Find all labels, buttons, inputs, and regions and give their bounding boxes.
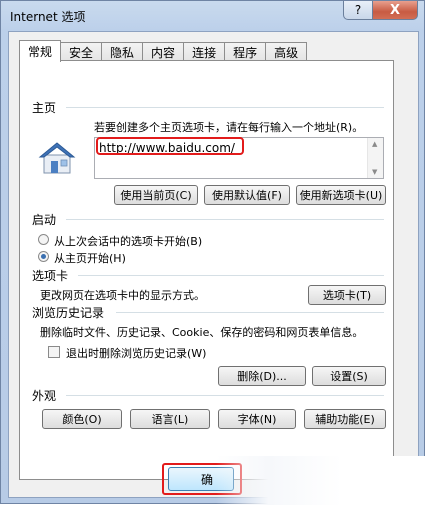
tabs-group-title: 选项卡 [32,269,69,283]
homepage-group-title: 主页 [32,101,57,115]
textarea-scrollbar[interactable]: ▲ ▼ [367,138,383,178]
close-icon: X [389,2,401,18]
help-button[interactable]: ? [343,1,373,20]
tab-content[interactable]: 内容 [142,42,185,61]
startup-last-session-label: 从上次会话中的选项卡开始(B) [54,235,203,248]
tab-advanced[interactable]: 高级 [265,42,308,61]
startup-group-title: 启动 [32,213,57,227]
history-group-title: 浏览历史记录 [32,306,105,320]
use-current-page-button[interactable]: 使用当前页(C) [114,185,198,205]
tab-privacy[interactable]: 隐私 [101,42,144,61]
help-icon: ? [354,3,362,17]
history-divider [116,312,384,313]
tab-security[interactable]: 安全 [60,42,103,61]
startup-homepage-radio[interactable] [38,251,49,262]
watermark-fade [216,456,425,505]
tab-general[interactable]: 常规 [19,40,62,62]
tab-strip: 常规 安全 隐私 内容 连接 程序 高级 [19,40,308,62]
tab-programs[interactable]: 程序 [224,42,267,61]
homepage-textarea[interactable]: http://www.baidu.com/ ▲ ▼ [94,137,384,179]
delete-history-on-exit-checkbox[interactable] [48,346,60,358]
homepage-description: 若要创建多个主页选项卡，请在每行输入一个地址(R)。 [94,121,364,134]
window-title: Internet 选项 [10,10,86,24]
use-default-button[interactable]: 使用默认值(F) [204,185,290,205]
house-icon [38,142,76,174]
scroll-down-icon[interactable]: ▼ [372,168,377,176]
general-tab-panel: 主页 若要创建多个主页选项卡，请在每行输入一个地址(R)。 http://www… [19,60,394,480]
tabs-divider [78,275,384,276]
tab-connections[interactable]: 连接 [183,42,226,61]
delete-history-button[interactable]: 删除(D)... [218,366,306,386]
dialog-body: 常规 安全 隐私 内容 连接 程序 高级 主页 若要创建多个主页选项卡，请在每行… [8,31,419,498]
startup-divider [66,219,384,220]
delete-history-on-exit-label: 退出时删除浏览历史记录(W) [66,347,207,360]
tabs-description: 更改网页在选项卡中的显示方式。 [40,289,205,302]
close-button[interactable]: X [372,1,418,20]
history-settings-button[interactable]: 设置(S) [312,366,386,386]
colors-button[interactable]: 颜色(O) [42,409,122,429]
startup-homepage-label: 从主页开始(H) [54,252,126,265]
use-new-tab-button[interactable]: 使用新选项卡(U) [296,185,386,205]
homepage-divider [66,107,384,108]
accessibility-button[interactable]: 辅助功能(E) [304,409,386,429]
tabs-settings-button[interactable]: 选项卡(T) [308,285,386,305]
internet-options-window: Internet 选项 ? X 常规 安全 隐私 内容 连接 程序 高级 主页 [0,0,425,505]
startup-last-session-radio[interactable] [38,234,49,245]
languages-button[interactable]: 语言(L) [130,409,210,429]
homepage-url-text: http://www.baidu.com/ [99,141,235,155]
history-description: 删除临时文件、历史记录、Cookie、保存的密码和网页表单信息。 [40,326,364,339]
title-bar[interactable]: Internet 选项 ? X [1,1,424,31]
appearance-divider [66,395,384,396]
appearance-group-title: 外观 [32,389,57,403]
scroll-up-icon[interactable]: ▲ [372,140,377,148]
fonts-button[interactable]: 字体(N) [218,409,296,429]
